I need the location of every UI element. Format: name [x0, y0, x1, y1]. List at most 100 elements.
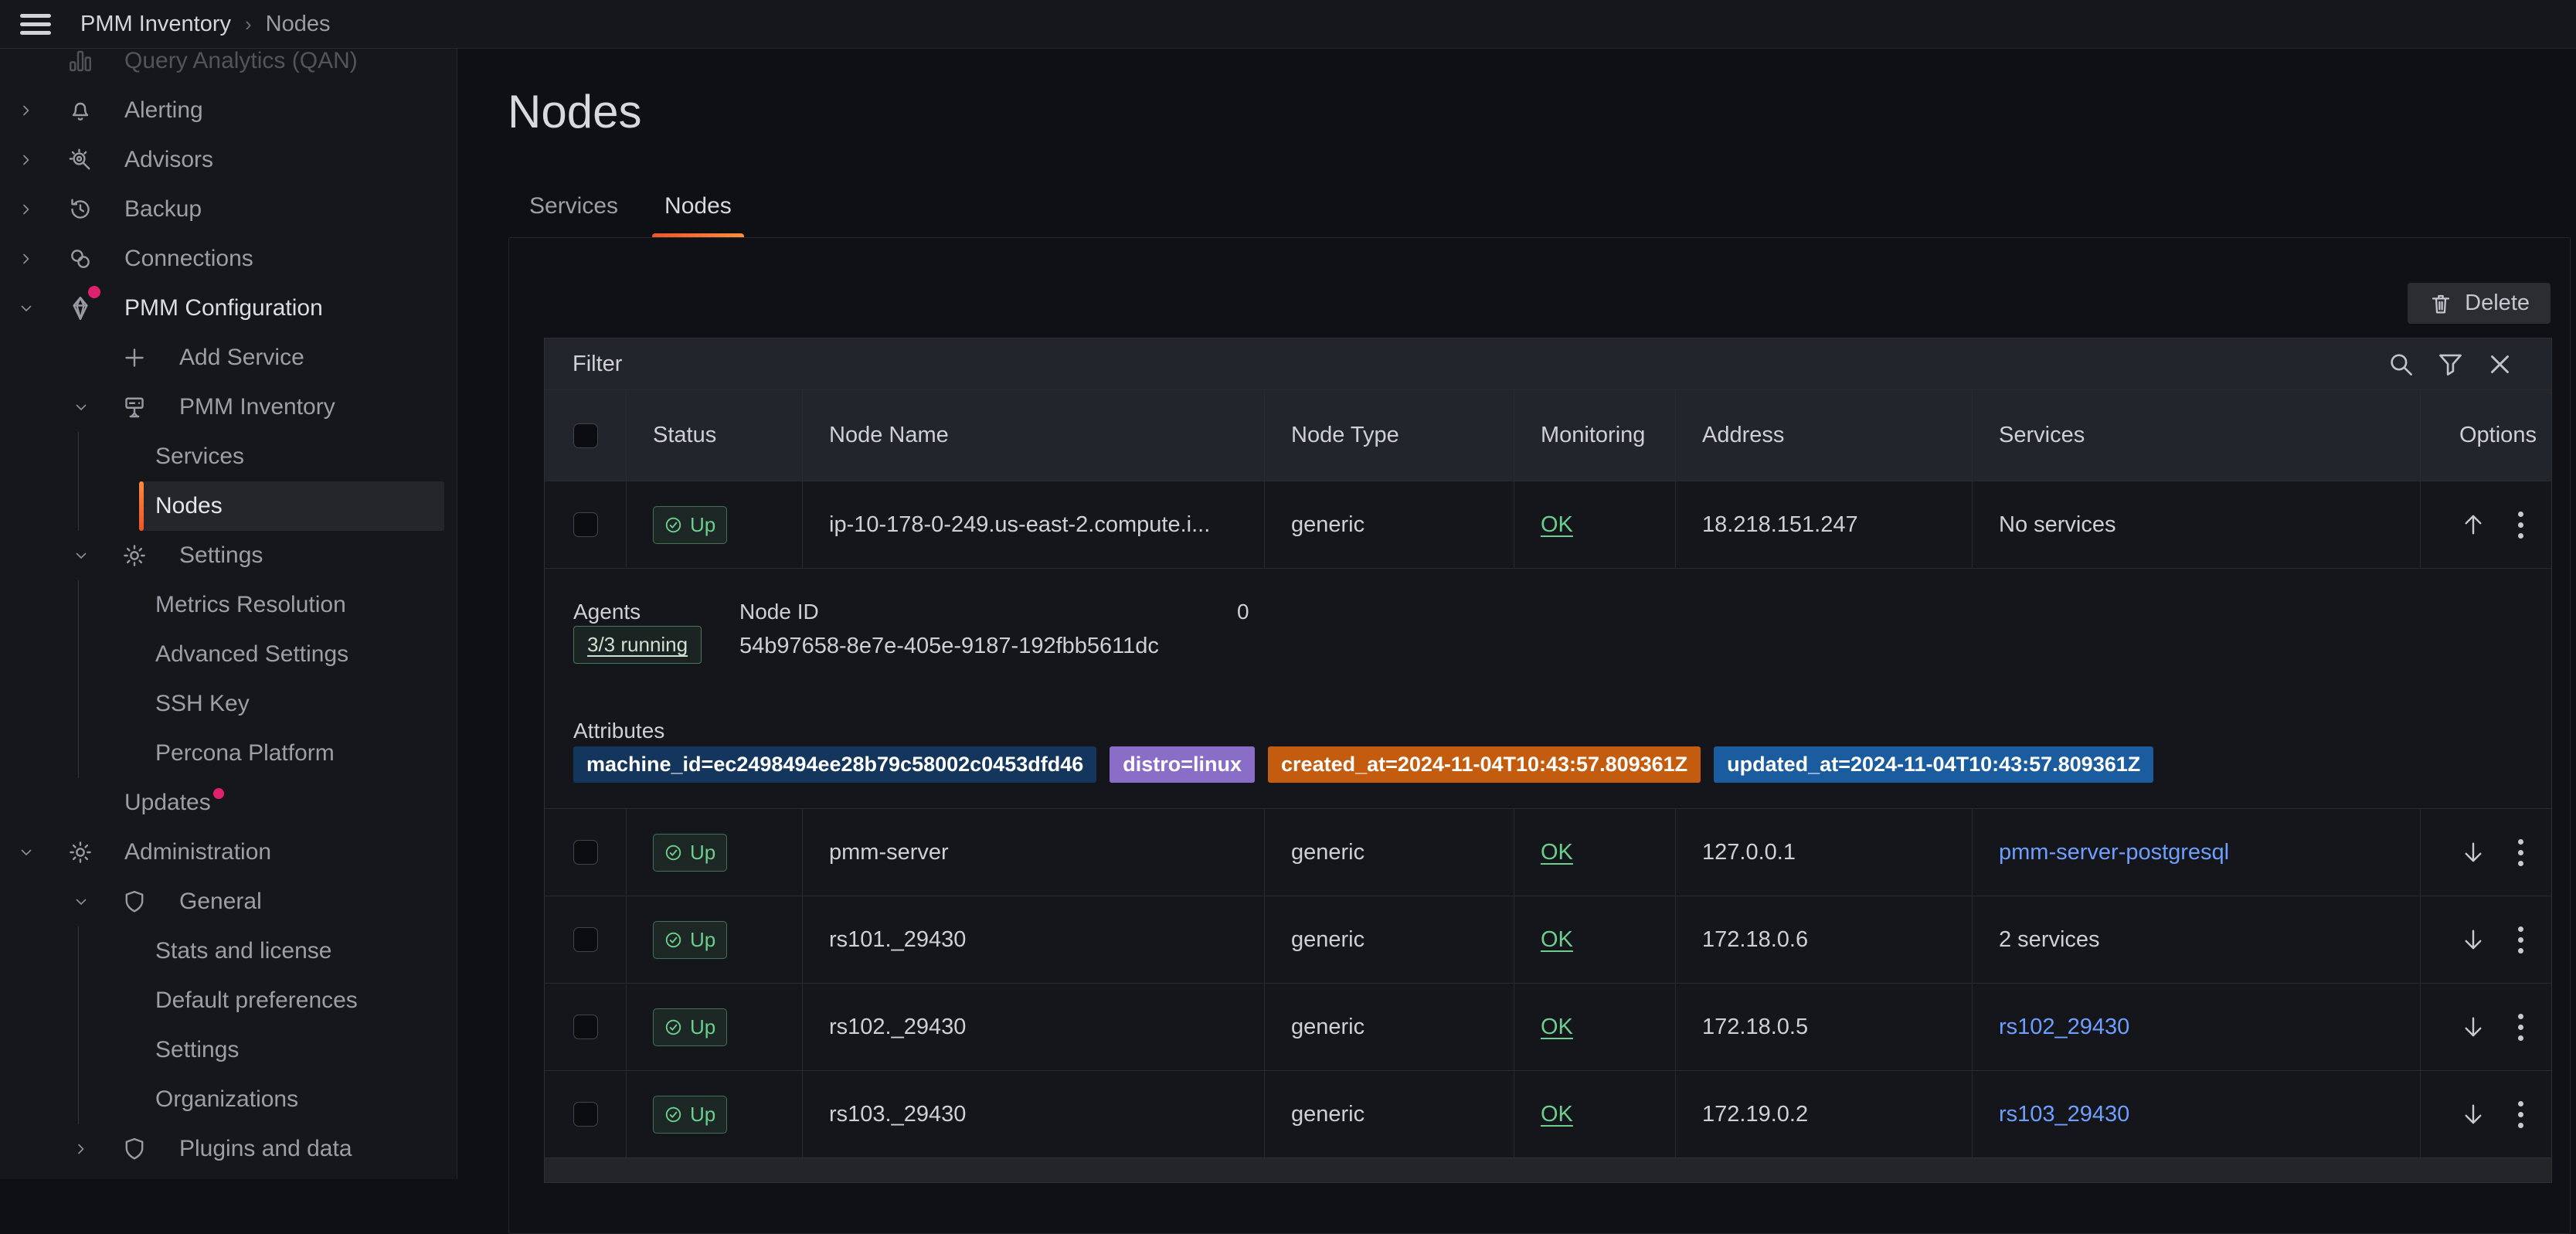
- sidebar-item-settings[interactable]: Settings: [0, 1025, 457, 1075]
- chevron-right-icon[interactable]: [17, 101, 36, 120]
- table-row-rs101-29430: Uprs101._29430genericOK172.18.0.62 servi…: [545, 896, 2551, 983]
- attribute-badge: created_at=2024-11-04T10:43:57.809361Z: [1268, 746, 1701, 783]
- sidebar-item-nodes[interactable]: Nodes: [0, 481, 457, 531]
- row-checkbox[interactable]: [573, 512, 598, 537]
- sidebar-item-pmm-configuration[interactable]: PMM Configuration: [0, 284, 457, 333]
- row-checkbox[interactable]: [573, 840, 598, 865]
- chevron-down-icon[interactable]: [72, 892, 90, 911]
- chevron-down-icon[interactable]: [72, 546, 90, 565]
- attribute-badge: updated_at=2024-11-04T10:43:57.809361Z: [1714, 746, 2153, 783]
- tab-nodes[interactable]: Nodes: [641, 182, 755, 240]
- sidebar-item-general[interactable]: General: [0, 877, 457, 926]
- sidebar-item-label: Updates: [124, 790, 224, 816]
- sidebar-item-ssh-key[interactable]: SSH Key: [0, 679, 457, 729]
- expand-row-icon[interactable]: [2459, 1100, 2487, 1128]
- collapse-row-icon[interactable]: [2459, 511, 2487, 539]
- sidebar-item-pmm-inventory[interactable]: PMM Inventory: [0, 382, 457, 432]
- table-row-rs103-29430: Uprs103._29430genericOK172.19.0.2rs103_2…: [545, 1070, 2551, 1158]
- service-link[interactable]: pmm-server-postgresql: [1999, 840, 2229, 865]
- expanded-row-details: Agents 3/3 running Node ID 54b97658-8e7e…: [545, 568, 2551, 808]
- expand-row-icon[interactable]: [2459, 926, 2487, 954]
- sidebar-item-backup[interactable]: Backup: [0, 185, 457, 234]
- address-cell: 172.18.0.5: [1675, 984, 1972, 1070]
- breadcrumb-item-pmm-inventory[interactable]: PMM Inventory: [80, 12, 231, 37]
- expand-row-icon[interactable]: [2459, 1013, 2487, 1041]
- chevron-down-icon[interactable]: [17, 843, 36, 862]
- sidebar-item-label: Backup: [124, 196, 202, 223]
- chevron-right-icon[interactable]: [17, 151, 36, 169]
- sidebar-item-label: Metrics Resolution: [155, 592, 346, 618]
- monitoring-status-link[interactable]: OK: [1541, 512, 1573, 538]
- delete-button[interactable]: Delete: [2408, 283, 2551, 324]
- filter-funnel-icon[interactable]: [2436, 350, 2465, 379]
- attributes-label: Attributes: [573, 719, 664, 743]
- menu-toggle-icon[interactable]: [20, 14, 51, 35]
- sidebar-item-label: Query Analytics (QAN): [124, 48, 358, 74]
- sidebar-item-services[interactable]: Services: [0, 432, 457, 481]
- sidebar-item-updates[interactable]: Updates: [0, 778, 457, 828]
- expand-row-icon[interactable]: [2459, 838, 2487, 866]
- monitoring-cell: OK: [1514, 1071, 1675, 1158]
- page-title: Nodes: [508, 85, 641, 138]
- sidebar-item-organizations[interactable]: Organizations: [0, 1075, 457, 1124]
- column-header-options: Options: [2420, 390, 2551, 481]
- node-name-cell: pmm-server: [802, 809, 1264, 896]
- sidebar-item-advanced-settings[interactable]: Advanced Settings: [0, 630, 457, 679]
- sidebar-item-add-service[interactable]: Add Service: [0, 333, 457, 382]
- nodes-table-container: Filter: [544, 338, 2552, 1183]
- kebab-menu-icon[interactable]: [2515, 1098, 2527, 1131]
- kebab-menu-icon[interactable]: [2515, 508, 2527, 542]
- agents-status-badge[interactable]: 3/3 running: [573, 626, 702, 664]
- chevron-down-icon[interactable]: [17, 299, 36, 318]
- sidebar-item-advisors[interactable]: Advisors: [0, 135, 457, 185]
- monitoring-status-link[interactable]: OK: [1541, 927, 1573, 953]
- table-row-ip-10-178-0-249-us-east-2-compute-i: Upip-10-178-0-249.us-east-2.compute.i...…: [545, 481, 2551, 568]
- row-checkbox[interactable]: [573, 1102, 598, 1127]
- sidebar-item-label: Organizations: [155, 1086, 298, 1113]
- row-select-cell: [545, 984, 626, 1070]
- options-cell: [2420, 809, 2551, 896]
- row-checkbox[interactable]: [573, 927, 598, 952]
- sidebar-item-stats-and-license[interactable]: Stats and license: [0, 926, 457, 976]
- row-checkbox[interactable]: [573, 1015, 598, 1039]
- column-header-address: Address: [1675, 390, 1972, 481]
- service-link[interactable]: rs103_29430: [1999, 1102, 2129, 1127]
- service-text: No services: [1999, 512, 2116, 538]
- monitoring-cell: OK: [1514, 481, 1675, 568]
- tab-services[interactable]: Services: [506, 182, 641, 240]
- status-cell: Up: [626, 809, 802, 896]
- bell-icon: [66, 97, 94, 124]
- sidebar-item-default-preferences[interactable]: Default preferences: [0, 976, 457, 1025]
- delete-button-label: Delete: [2465, 291, 2530, 316]
- monitoring-status-link[interactable]: OK: [1541, 1102, 1573, 1127]
- kebab-menu-icon[interactable]: [2515, 923, 2527, 957]
- sidebar-item-percona-platform[interactable]: Percona Platform: [0, 729, 457, 778]
- sidebar-item-administration[interactable]: Administration: [0, 828, 457, 877]
- search-icon[interactable]: [2387, 350, 2415, 379]
- table-footer: [545, 1158, 2551, 1182]
- select-all-checkbox[interactable]: [573, 423, 598, 448]
- chevron-right-icon[interactable]: [17, 250, 36, 268]
- sidebar-item-plugins-and-data[interactable]: Plugins and data: [0, 1124, 457, 1174]
- attribute-badge: distro=linux: [1110, 746, 1255, 783]
- kebab-menu-icon[interactable]: [2515, 1011, 2527, 1044]
- kebab-menu-icon[interactable]: [2515, 836, 2527, 869]
- chevron-right-icon[interactable]: [17, 200, 36, 219]
- sidebar-item-label: Alerting: [124, 97, 203, 124]
- service-link[interactable]: rs102_29430: [1999, 1015, 2129, 1040]
- breadcrumb-separator-icon: ›: [245, 12, 252, 36]
- sidebar-item-label: Services: [155, 444, 244, 470]
- sidebar-item-label: Default preferences: [155, 988, 358, 1014]
- close-icon[interactable]: [2486, 350, 2514, 379]
- sidebar-item-settings[interactable]: Settings: [0, 531, 457, 580]
- monitoring-status-link[interactable]: OK: [1541, 840, 1573, 865]
- expanded-count: 0: [1237, 600, 1249, 624]
- sidebar-item-metrics-resolution[interactable]: Metrics Resolution: [0, 580, 457, 630]
- sidebar-item-alerting[interactable]: Alerting: [0, 86, 457, 135]
- sidebar-item-connections[interactable]: Connections: [0, 234, 457, 284]
- shield-icon: [121, 1135, 148, 1163]
- chevron-right-icon[interactable]: [72, 1140, 90, 1158]
- monitoring-status-link[interactable]: OK: [1541, 1015, 1573, 1040]
- chevron-down-icon[interactable]: [72, 398, 90, 416]
- sidebar-item-query-analytics-qan[interactable]: Query Analytics (QAN): [0, 48, 457, 86]
